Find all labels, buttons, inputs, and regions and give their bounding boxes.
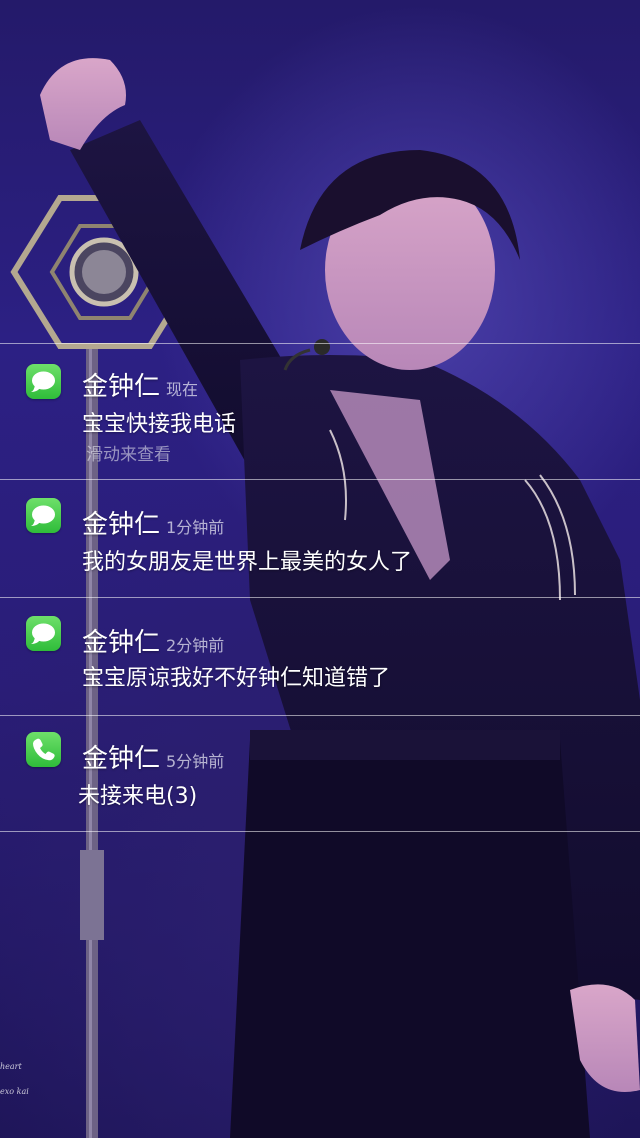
notification-time: 现在	[166, 380, 199, 399]
sender-name: 金钟仁	[82, 510, 161, 540]
notification-time: 5分钟前	[166, 752, 225, 771]
notification-message: 宝宝原谅我好不好钟仁知道错了	[82, 666, 391, 691]
phone-icon	[26, 732, 61, 767]
watermark-exo-kai: exo kai	[0, 1087, 29, 1096]
notification-item[interactable]: 金钟仁 1分钟前 我的女朋友是世界上最美的女人了	[0, 480, 640, 597]
watermark-heart: heart	[0, 1062, 22, 1071]
message-icon	[26, 616, 61, 651]
slide-to-view-hint: 滑动来查看	[86, 445, 171, 465]
notification-divider	[0, 831, 640, 832]
notification-item[interactable]: 金钟仁 现在 宝宝快接我电话 滑动来查看	[0, 344, 640, 479]
notification-header: 金钟仁 5分钟前	[82, 738, 224, 775]
message-icon	[26, 498, 61, 533]
notification-header: 金钟仁 现在	[82, 366, 198, 403]
notification-list: 金钟仁 现在 宝宝快接我电话 滑动来查看 金钟仁 1分钟前 我的女朋友是世界上最美的…	[0, 343, 640, 832]
notification-header: 金钟仁 1分钟前	[82, 504, 224, 541]
sender-name: 金钟仁	[82, 372, 161, 402]
notification-item[interactable]: 金钟仁 5分钟前 未接来电(3)	[0, 716, 640, 831]
missed-call-message: 未接来电(3)	[78, 784, 198, 809]
notification-message: 宝宝快接我电话	[82, 412, 237, 437]
notification-header: 金钟仁 2分钟前	[82, 622, 224, 659]
notification-message: 我的女朋友是世界上最美的女人了	[82, 550, 413, 575]
notification-item[interactable]: 金钟仁 2分钟前 宝宝原谅我好不好钟仁知道错了	[0, 598, 640, 715]
notification-time: 2分钟前	[166, 636, 225, 655]
sender-name: 金钟仁	[82, 744, 161, 774]
notification-time: 1分钟前	[166, 518, 225, 537]
message-icon	[26, 364, 61, 399]
sender-name: 金钟仁	[82, 628, 161, 658]
